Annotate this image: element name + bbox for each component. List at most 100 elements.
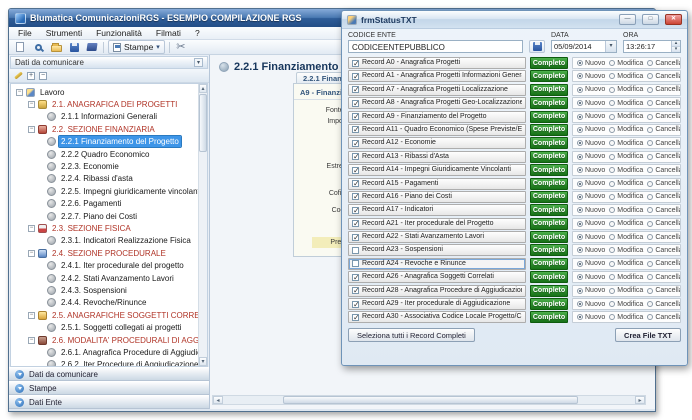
radio-nuovo[interactable]: Nuovo bbox=[577, 167, 605, 174]
completo-button[interactable]: Completo bbox=[530, 164, 568, 176]
tree-item[interactable]: − 2.2.7. Piano dei Costi bbox=[11, 210, 207, 222]
menu-item[interactable]: Funzionalità bbox=[90, 28, 148, 38]
checkbox-icon[interactable] bbox=[352, 73, 359, 80]
completo-button[interactable]: Completo bbox=[530, 311, 568, 323]
radio-cancella[interactable]: Cancella bbox=[647, 180, 681, 187]
checkbox-icon[interactable] bbox=[352, 126, 359, 133]
radio-modifica[interactable]: Modifica bbox=[609, 247, 643, 254]
checkbox-icon[interactable] bbox=[352, 100, 359, 107]
radio-modifica[interactable]: Modifica bbox=[609, 287, 643, 294]
menu-item[interactable]: Filmati bbox=[150, 28, 187, 38]
radio-nuovo[interactable]: Nuovo bbox=[577, 314, 605, 321]
tree-item[interactable]: − 2.2.1 Finanziamento del Progetto bbox=[11, 136, 207, 148]
completo-button[interactable]: Completo bbox=[530, 111, 568, 123]
new-document-button[interactable] bbox=[13, 41, 27, 54]
checkbox-icon[interactable] bbox=[352, 247, 359, 254]
tree-item[interactable]: − 2.4. SEZIONE PROCEDURALE bbox=[11, 247, 207, 259]
record-checkbox-field[interactable]: Record A30 - Associativa Codice Locale P… bbox=[348, 311, 526, 323]
checkbox-icon[interactable] bbox=[352, 314, 359, 321]
expander-icon[interactable]: − bbox=[28, 225, 35, 232]
radio-nuovo[interactable]: Nuovo bbox=[577, 100, 605, 107]
radio-nuovo[interactable]: Nuovo bbox=[577, 234, 605, 241]
expander-icon[interactable]: − bbox=[28, 250, 35, 257]
tree-item[interactable]: − 2.2.2 Quadro Economico bbox=[11, 148, 207, 160]
cut-button[interactable]: ✂ bbox=[174, 41, 188, 54]
menu-item[interactable]: File bbox=[12, 28, 38, 38]
record-checkbox-field[interactable]: Record A29 - Iter procedurale di Aggiudi… bbox=[348, 298, 526, 310]
radio-modifica[interactable]: Modifica bbox=[609, 86, 643, 93]
radio-modifica[interactable]: Modifica bbox=[609, 126, 643, 133]
tree-item[interactable]: − 2.5.1. Soggetti collegati ai progetti bbox=[11, 321, 207, 333]
tree-item[interactable]: − Lavoro bbox=[11, 86, 207, 98]
completo-button[interactable]: Completo bbox=[530, 124, 568, 136]
tree-scrollbar[interactable]: ▴ ▾ bbox=[198, 84, 207, 366]
completo-button[interactable]: Completo bbox=[530, 204, 568, 216]
radio-cancella[interactable]: Cancella bbox=[647, 113, 681, 120]
checkbox-icon[interactable] bbox=[352, 234, 359, 241]
radio-cancella[interactable]: Cancella bbox=[647, 126, 681, 133]
radio-cancella[interactable]: Cancella bbox=[647, 260, 681, 267]
radio-nuovo[interactable]: Nuovo bbox=[577, 180, 605, 187]
stampe-dropdown-button[interactable]: Stampe ▾ bbox=[108, 40, 165, 54]
radio-modifica[interactable]: Modifica bbox=[609, 314, 643, 321]
tree-item[interactable]: − 2.6.2. Iter Procedure di Aggiudicazion… bbox=[11, 359, 207, 367]
record-checkbox-field[interactable]: Record A28 - Anagrafica Procedure di Agg… bbox=[348, 285, 526, 297]
checkbox-icon[interactable] bbox=[352, 207, 359, 214]
record-checkbox-field[interactable]: Record A9 - Finanziamento del Progetto bbox=[348, 111, 526, 123]
expander-icon[interactable]: − bbox=[28, 337, 35, 344]
radio-modifica[interactable]: Modifica bbox=[609, 100, 643, 107]
record-checkbox-field[interactable]: Record A15 - Pagamenti bbox=[348, 178, 526, 190]
radio-nuovo[interactable]: Nuovo bbox=[577, 86, 605, 93]
completo-button[interactable]: Completo bbox=[530, 271, 568, 283]
expander-icon[interactable]: − bbox=[28, 312, 35, 319]
select-all-complete-button[interactable]: Seleziona tutti i Record Completi bbox=[348, 328, 475, 342]
tree-item[interactable]: − 2.4.4. Revoche/Rinunce bbox=[11, 297, 207, 309]
record-checkbox-field[interactable]: Record A26 - Anagrafica Soggetti Correla… bbox=[348, 271, 526, 283]
collapse-all-icon[interactable]: − bbox=[39, 72, 47, 80]
tree-item[interactable]: − 2.3.1. Indicatori Realizzazione Fisica bbox=[11, 235, 207, 247]
menu-item[interactable]: Strumenti bbox=[40, 28, 88, 38]
completo-button[interactable]: Completo bbox=[530, 285, 568, 297]
tree-item[interactable]: − 2.2.3. Economie bbox=[11, 160, 207, 172]
radio-cancella[interactable]: Cancella bbox=[647, 314, 681, 321]
checkbox-icon[interactable] bbox=[352, 193, 359, 200]
record-checkbox-field[interactable]: Record A11 - Quadro Economico (Spese Pre… bbox=[348, 124, 526, 136]
radio-cancella[interactable]: Cancella bbox=[647, 86, 681, 93]
radio-nuovo[interactable]: Nuovo bbox=[577, 274, 605, 281]
radio-cancella[interactable]: Cancella bbox=[647, 73, 681, 80]
completo-button[interactable]: Completo bbox=[530, 57, 568, 69]
close-button[interactable]: ✕ bbox=[665, 14, 682, 25]
radio-cancella[interactable]: Cancella bbox=[647, 60, 681, 67]
save-button[interactable] bbox=[67, 41, 81, 54]
checkbox-icon[interactable] bbox=[352, 301, 359, 308]
expand-all-icon[interactable]: + bbox=[27, 72, 35, 80]
radio-cancella[interactable]: Cancella bbox=[647, 287, 681, 294]
scrollbar-thumb[interactable] bbox=[283, 396, 578, 404]
tree-item[interactable]: − 2.5. ANAGRAFICHE SOGGETTI CORRELATI bbox=[11, 309, 207, 321]
radio-modifica[interactable]: Modifica bbox=[609, 220, 643, 227]
minimize-button[interactable]: — bbox=[619, 14, 636, 25]
record-checkbox-field[interactable]: Record A21 - Iter procedurale del Proget… bbox=[348, 218, 526, 230]
record-checkbox-field[interactable]: Record A17 - Indicatori bbox=[348, 204, 526, 216]
radio-cancella[interactable]: Cancella bbox=[647, 207, 681, 214]
radio-cancella[interactable]: Cancella bbox=[647, 274, 681, 281]
record-checkbox-field[interactable]: Record A7 - Anagrafica Progetti Localizz… bbox=[348, 84, 526, 96]
checkbox-icon[interactable] bbox=[352, 274, 359, 281]
radio-modifica[interactable]: Modifica bbox=[609, 73, 643, 80]
key-icon[interactable] bbox=[14, 71, 23, 79]
scrollbar-thumb[interactable] bbox=[199, 94, 207, 152]
tree-item[interactable]: − 2.4.1. Iter procedurale del progetto bbox=[11, 259, 207, 271]
completo-button[interactable]: Completo bbox=[530, 218, 568, 230]
radio-modifica[interactable]: Modifica bbox=[609, 140, 643, 147]
radio-modifica[interactable]: Modifica bbox=[609, 260, 643, 267]
record-checkbox-field[interactable]: Record A13 - Ribassi d'Asta bbox=[348, 151, 526, 163]
scroll-right-icon[interactable]: ▸ bbox=[635, 396, 645, 404]
expander-icon[interactable]: − bbox=[16, 89, 23, 96]
checkbox-icon[interactable] bbox=[352, 260, 359, 267]
record-checkbox-field[interactable]: Record A14 - Impegni Giuridicamente Vinc… bbox=[348, 164, 526, 176]
radio-modifica[interactable]: Modifica bbox=[609, 234, 643, 241]
radio-nuovo[interactable]: Nuovo bbox=[577, 140, 605, 147]
dialog-titlebar[interactable]: frmStatusTXT — □ ✕ bbox=[342, 11, 687, 29]
radio-cancella[interactable]: Cancella bbox=[647, 247, 681, 254]
radio-modifica[interactable]: Modifica bbox=[609, 180, 643, 187]
